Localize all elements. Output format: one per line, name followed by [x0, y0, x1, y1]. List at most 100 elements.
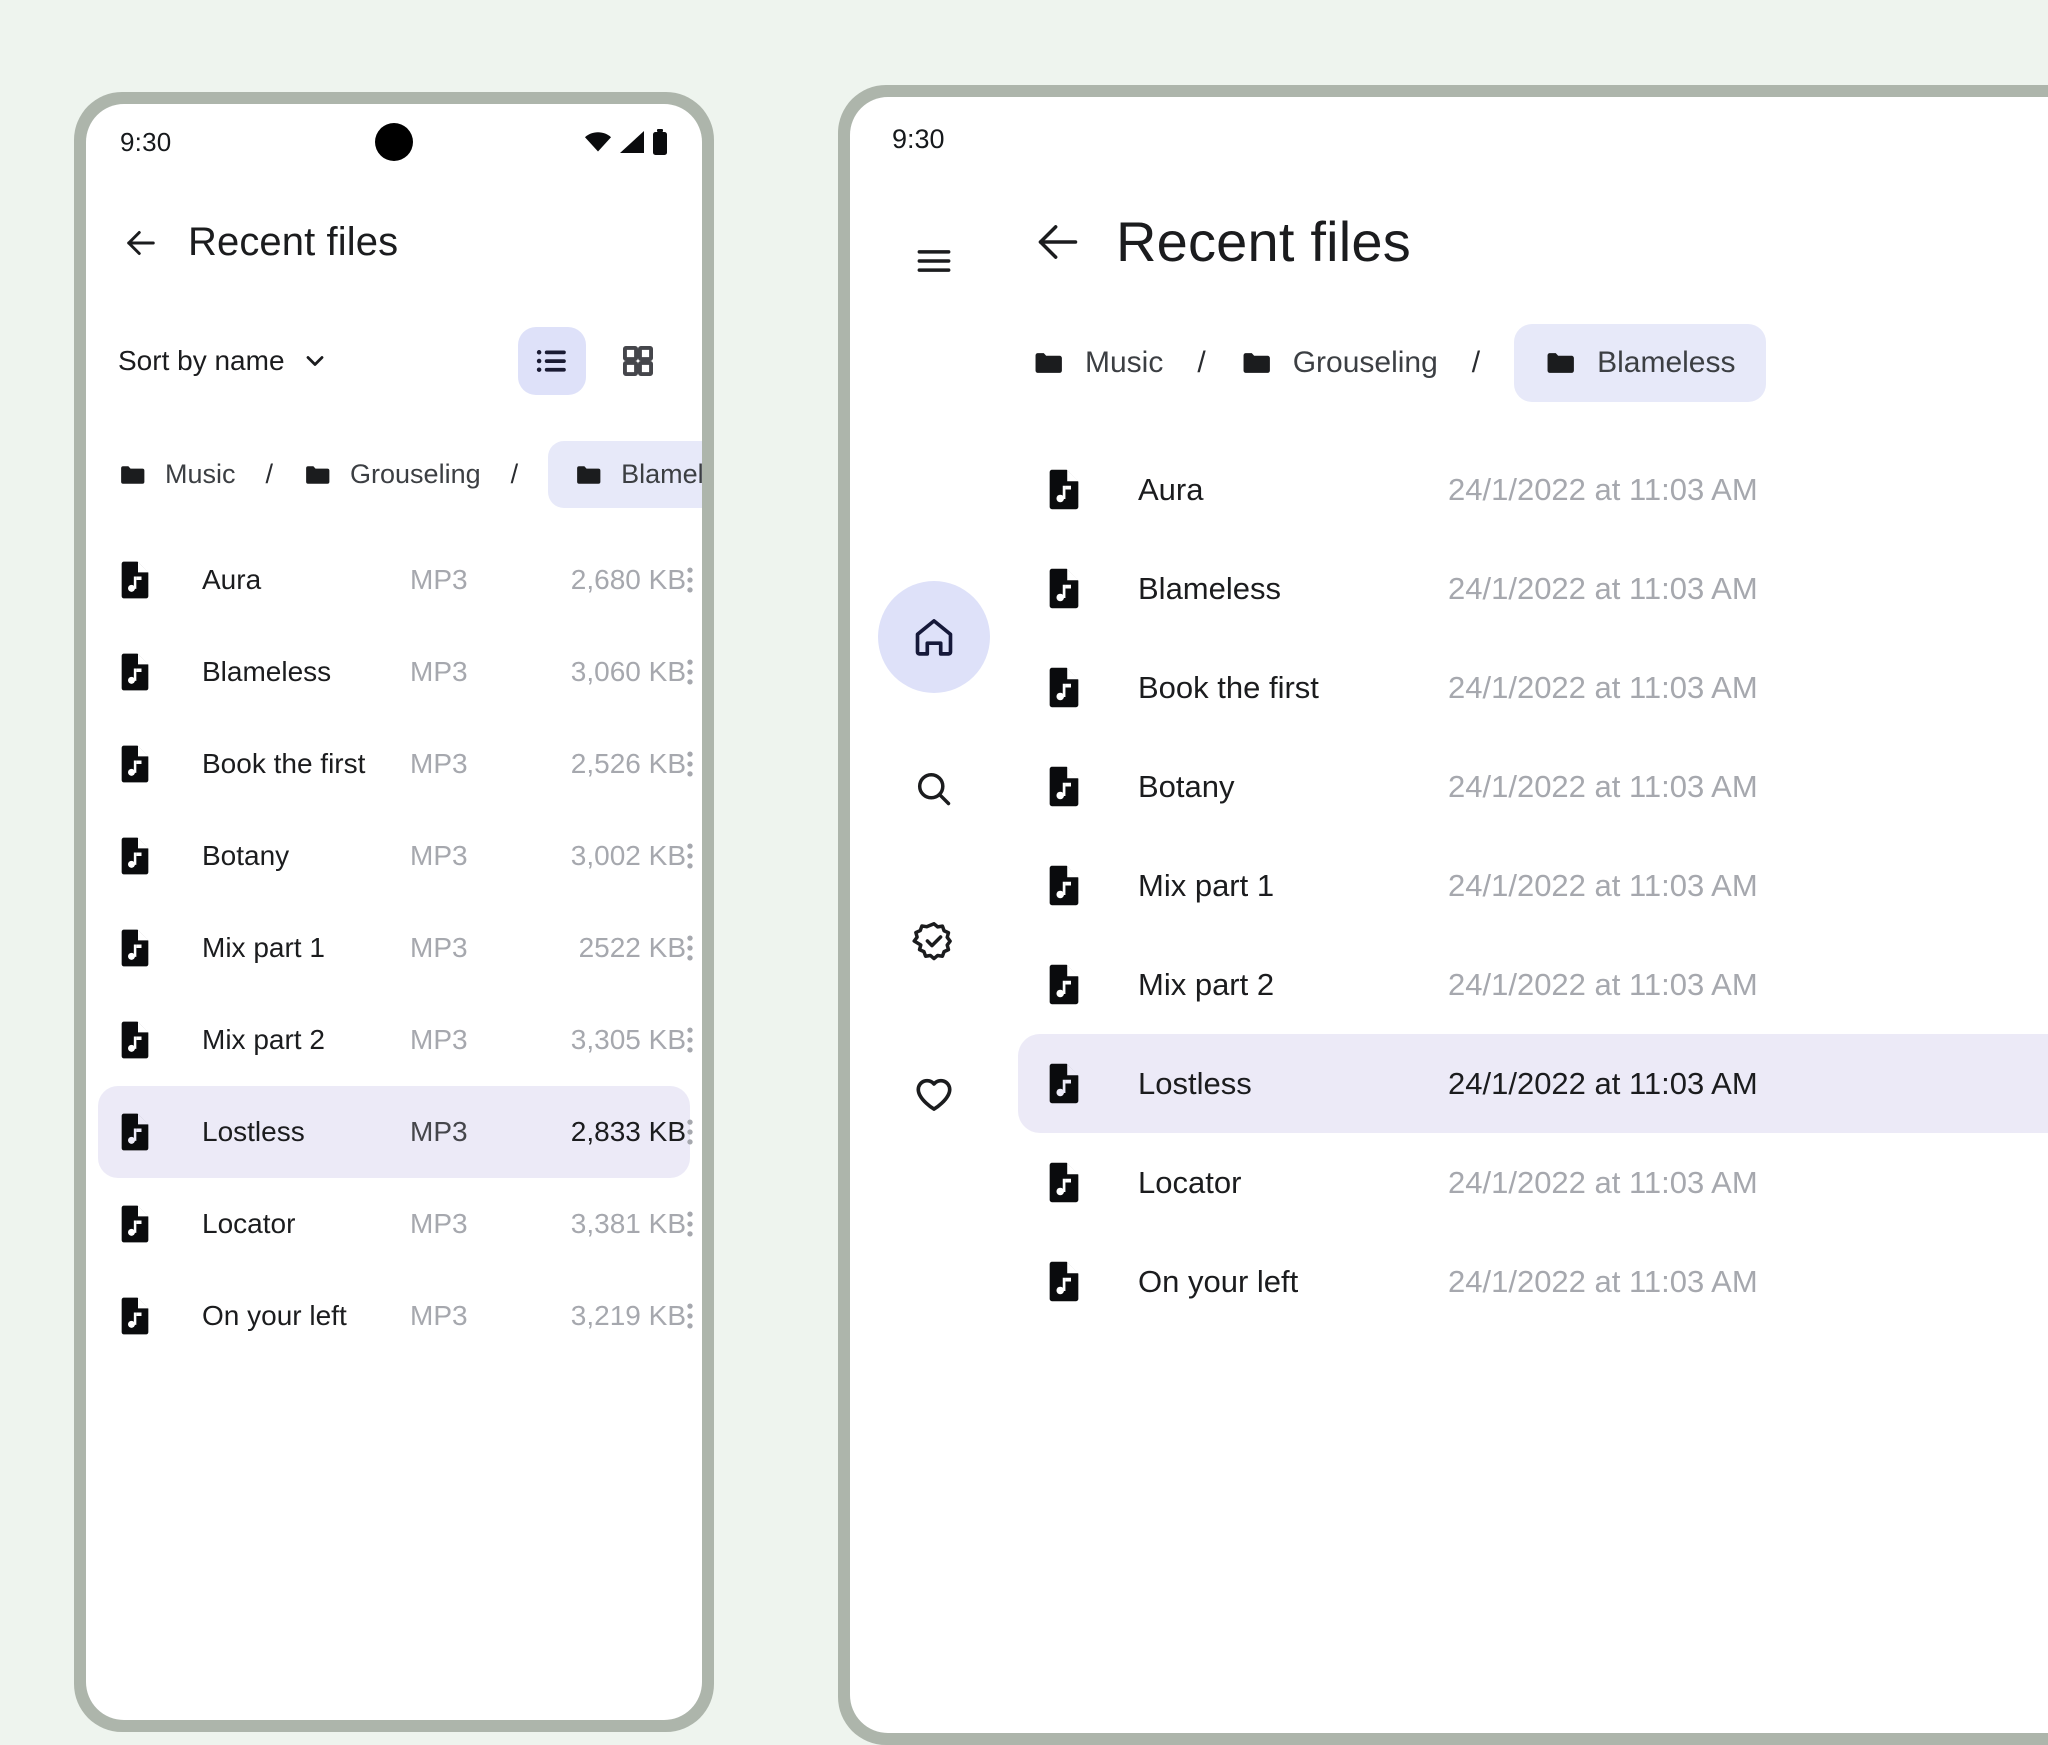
table-row[interactable]: Blameless MP3 3,060 KB [98, 626, 693, 718]
table-row[interactable]: Locator 24/1/2022 at 11:03 AM [1018, 1133, 2048, 1232]
table-row[interactable]: On your left MP3 3,219 KB [98, 1270, 693, 1362]
file-size: 2,680 KB [570, 564, 686, 595]
search-icon [912, 767, 956, 811]
music-file-icon [118, 836, 166, 876]
file-name: Mix part 1 [202, 932, 325, 963]
table-row[interactable]: Aura 24/1/2022 at 11:03 AM [1018, 440, 2048, 539]
music-file-icon [118, 560, 166, 600]
file-date: 24/1/2022 at 11:03 AM [1448, 1263, 1758, 1299]
overflow-menu-icon[interactable] [686, 1299, 694, 1333]
table-row[interactable]: Mix part 1 24/1/2022 at 11:03 AM [1018, 836, 2048, 935]
table-row[interactable]: Mix part 2 MP3 3,305 KB [98, 994, 693, 1086]
rail-item-home[interactable] [878, 581, 990, 693]
overflow-menu-icon[interactable] [686, 655, 694, 689]
file-name: Locator [202, 1208, 296, 1239]
rail-item-search[interactable] [878, 733, 990, 845]
file-name: On your left [1138, 1263, 1299, 1299]
table-row[interactable]: Lostless 24/1/2022 at 11:03 AM [1018, 1034, 2048, 1133]
table-row[interactable]: Botany MP3 3,002 KB [98, 810, 693, 902]
file-type: MP3 [410, 1116, 468, 1147]
breadcrumb-separator: / [1471, 346, 1481, 379]
hamburger-menu-button[interactable] [894, 221, 974, 301]
chevron-down-icon [301, 347, 329, 375]
table-row[interactable]: Mix part 1 MP3 2522 KB [98, 902, 693, 994]
table-row[interactable]: Book the first MP3 2,526 KB [98, 718, 693, 810]
file-type: MP3 [410, 1208, 468, 1239]
file-date: 24/1/2022 at 11:03 AM [1448, 471, 1758, 507]
phone-controls-row: Sort by name [86, 265, 702, 395]
rail-item-verified[interactable] [878, 885, 990, 997]
overflow-menu-icon[interactable] [686, 1023, 694, 1057]
status-icons [584, 129, 668, 155]
breadcrumb-item-music[interactable]: Music [1032, 346, 1163, 380]
table-row[interactable]: Locator MP3 3,381 KB [98, 1178, 693, 1270]
music-file-icon [1046, 864, 1094, 907]
music-file-icon [1046, 1260, 1094, 1303]
file-date: 24/1/2022 at 11:03 AM [1448, 768, 1758, 804]
overflow-menu-icon[interactable] [686, 1115, 694, 1149]
breadcrumb-item-blameless[interactable]: Blameless [1514, 324, 1766, 402]
music-file-icon [1046, 567, 1094, 610]
tablet-app-bar: Recent files [1018, 209, 2048, 274]
file-size: 3,219 KB [570, 1300, 686, 1331]
table-row[interactable]: Book the first 24/1/2022 at 11:03 AM [1018, 638, 2048, 737]
tablet-device: 9:30 Recent files Music / Grouseling / B… [838, 85, 2048, 1745]
music-file-icon [1046, 1161, 1094, 1204]
breadcrumb-item-grouseling[interactable]: Grouseling [1240, 346, 1438, 380]
file-type: MP3 [410, 564, 468, 595]
file-name: Book the first [202, 748, 366, 779]
view-toggle-group [518, 327, 672, 395]
breadcrumb-item-grouseling[interactable]: Grouseling [303, 459, 481, 490]
table-row[interactable]: Aura MP3 2,680 KB [98, 534, 693, 626]
rail-item-favorites[interactable] [878, 1037, 990, 1149]
music-file-icon [118, 1112, 166, 1152]
grid-view-button[interactable] [604, 327, 672, 395]
table-row[interactable]: Botany 24/1/2022 at 11:03 AM [1018, 737, 2048, 836]
breadcrumb: Music / Grouseling / Blameless [1018, 324, 2048, 402]
navigation-rail-items [878, 581, 990, 1149]
music-file-icon [118, 652, 166, 692]
music-file-icon [118, 1020, 166, 1060]
navigation-rail [850, 181, 1018, 1733]
file-date: 24/1/2022 at 11:03 AM [1448, 867, 1758, 903]
wifi-icon [584, 131, 612, 153]
file-date: 24/1/2022 at 11:03 AM [1448, 669, 1758, 705]
music-file-icon [1046, 963, 1094, 1006]
folder-icon [574, 460, 604, 490]
breadcrumb-item-music[interactable]: Music [118, 459, 236, 490]
table-row[interactable]: Lostless MP3 2,833 KB [98, 1086, 693, 1178]
tablet-screen: 9:30 Recent files Music / Grouseling / B… [850, 97, 2048, 1733]
table-row[interactable]: Mix part 2 24/1/2022 at 11:03 AM [1018, 935, 2048, 1034]
music-file-icon [1046, 666, 1094, 709]
file-name: Book the first [1138, 669, 1319, 705]
file-type: MP3 [410, 656, 468, 687]
overflow-menu-icon[interactable] [686, 1207, 694, 1241]
table-row[interactable]: On your left 24/1/2022 at 11:03 AM [1018, 1232, 2048, 1331]
breadcrumb-label: Music [165, 459, 236, 489]
home-icon [911, 614, 957, 660]
file-name: Blameless [202, 656, 332, 687]
file-name: Botany [1138, 768, 1235, 804]
file-name: Blameless [1138, 570, 1281, 606]
breadcrumb-label: Blameless [621, 459, 702, 489]
phone-status-bar: 9:30 [86, 104, 702, 180]
overflow-menu-icon[interactable] [686, 563, 694, 597]
music-file-icon [1046, 765, 1094, 808]
arrow-back-icon[interactable] [120, 222, 162, 264]
overflow-menu-icon[interactable] [686, 839, 694, 873]
breadcrumb-item-blameless[interactable]: Blameless [548, 441, 702, 508]
arrow-back-icon[interactable] [1030, 214, 1086, 270]
table-row[interactable]: Blameless 24/1/2022 at 11:03 AM [1018, 539, 2048, 638]
music-file-icon [118, 744, 166, 784]
file-name: Mix part 2 [202, 1024, 325, 1055]
file-type: MP3 [410, 1300, 468, 1331]
sort-dropdown[interactable]: Sort by name [118, 345, 329, 377]
file-size: 3,305 KB [570, 1024, 686, 1055]
list-view-button[interactable] [518, 327, 586, 395]
file-name: Lostless [1138, 1065, 1252, 1101]
file-name: Mix part 2 [1138, 966, 1275, 1002]
file-type: MP3 [410, 1024, 468, 1055]
overflow-menu-icon[interactable] [686, 747, 694, 781]
overflow-menu-icon[interactable] [686, 931, 694, 965]
breadcrumb-label: Grouseling [350, 459, 481, 489]
